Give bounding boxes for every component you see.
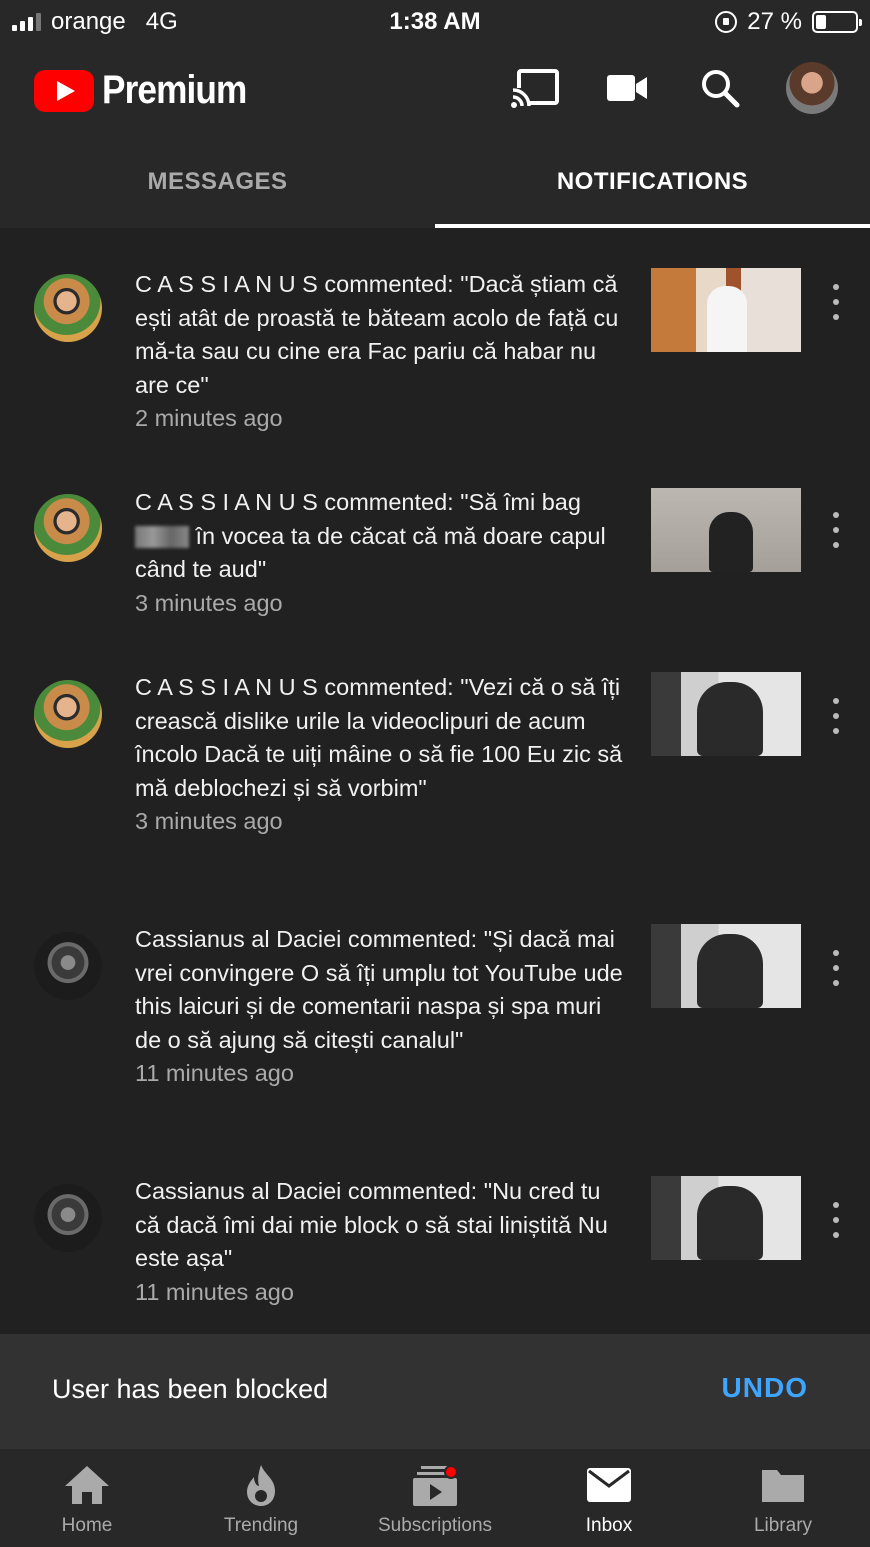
notification-time: 2 minutes ago	[135, 405, 283, 432]
bottom-navigation: Home Trending Subscriptions Inbox Librar…	[0, 1448, 870, 1547]
more-options-icon[interactable]	[826, 950, 846, 986]
commenter-avatar[interactable]	[34, 680, 102, 748]
tab-notifications[interactable]: NOTIFICATIONS	[435, 136, 870, 228]
notification-time: 3 minutes ago	[135, 808, 283, 835]
nav-library[interactable]: Library	[696, 1449, 870, 1547]
youtube-premium-logo[interactable]: Premium	[34, 68, 266, 113]
video-thumbnail[interactable]	[651, 1176, 801, 1260]
flame-icon	[236, 1463, 286, 1507]
more-options-icon[interactable]	[826, 1202, 846, 1238]
logo-text: Premium	[102, 68, 247, 112]
subscriptions-icon	[410, 1463, 460, 1507]
notification-time: 11 minutes ago	[135, 1060, 294, 1087]
battery-percent: 27 %	[747, 8, 802, 35]
video-thumbnail[interactable]	[651, 924, 801, 1008]
video-camera-icon[interactable]	[602, 62, 654, 114]
inbox-tabs: MESSAGES NOTIFICATIONS	[0, 136, 870, 228]
nav-home[interactable]: Home	[0, 1449, 174, 1547]
nav-label: Subscriptions	[377, 1515, 493, 1536]
video-thumbnail[interactable]	[651, 488, 801, 572]
notification-text-part: în vocea ta de căcat că mă doare capul c…	[135, 522, 606, 583]
nav-label: Inbox	[585, 1515, 633, 1536]
snackbar-message: User has been blocked	[52, 1374, 329, 1404]
commenter-avatar[interactable]	[34, 494, 102, 562]
notification-list: C A S S I A N U S commented: "Dacă știam…	[0, 228, 870, 1334]
commenter-avatar[interactable]	[34, 932, 102, 1000]
nav-subscriptions[interactable]: Subscriptions	[348, 1449, 522, 1547]
notification-text: Cassianus al Daciei commented: "Și dacă …	[135, 926, 623, 1053]
notification-dot	[444, 1465, 458, 1479]
account-avatar[interactable]	[786, 62, 838, 114]
notification-time: 3 minutes ago	[135, 589, 283, 616]
home-icon	[62, 1463, 112, 1507]
nav-label: Library	[753, 1515, 813, 1536]
nav-trending[interactable]: Trending	[174, 1449, 348, 1547]
commenter-avatar[interactable]	[34, 274, 102, 342]
youtube-play-icon	[34, 69, 94, 112]
notification-text: C A S S I A N U S commented: "Dacă știam…	[135, 271, 619, 398]
mail-icon	[584, 1463, 634, 1507]
nav-label: Home	[61, 1515, 113, 1536]
battery-icon	[812, 11, 862, 33]
notification-time: 11 minutes ago	[135, 1278, 294, 1305]
app-bar: Premium	[0, 44, 870, 136]
rotation-lock-icon	[715, 11, 738, 33]
notification-text-part: C A S S I A N U S commented: "Să îmi bag	[135, 489, 581, 515]
notification-text: Cassianus al Daciei commented: "Nu cred …	[135, 1178, 608, 1272]
notification-text: C A S S I A N U S commented: "Vezi că o …	[135, 674, 623, 801]
video-thumbnail[interactable]	[651, 672, 801, 756]
censored-word	[135, 526, 189, 549]
cast-icon[interactable]	[510, 62, 562, 114]
nav-label: Trending	[223, 1515, 299, 1536]
status-bar: orange 4G 1:38 AM 27 %	[0, 0, 870, 44]
undo-button[interactable]: UNDO	[722, 1372, 808, 1404]
snackbar: User has been blocked UNDO	[0, 1334, 870, 1448]
commenter-avatar[interactable]	[34, 1184, 102, 1252]
more-options-icon[interactable]	[826, 512, 846, 548]
more-options-icon[interactable]	[826, 284, 846, 320]
video-thumbnail[interactable]	[651, 268, 801, 352]
folder-icon	[758, 1463, 808, 1507]
more-options-icon[interactable]	[826, 698, 846, 734]
nav-inbox[interactable]: Inbox	[522, 1449, 696, 1547]
search-icon[interactable]	[694, 62, 746, 114]
tab-messages[interactable]: MESSAGES	[0, 136, 435, 228]
